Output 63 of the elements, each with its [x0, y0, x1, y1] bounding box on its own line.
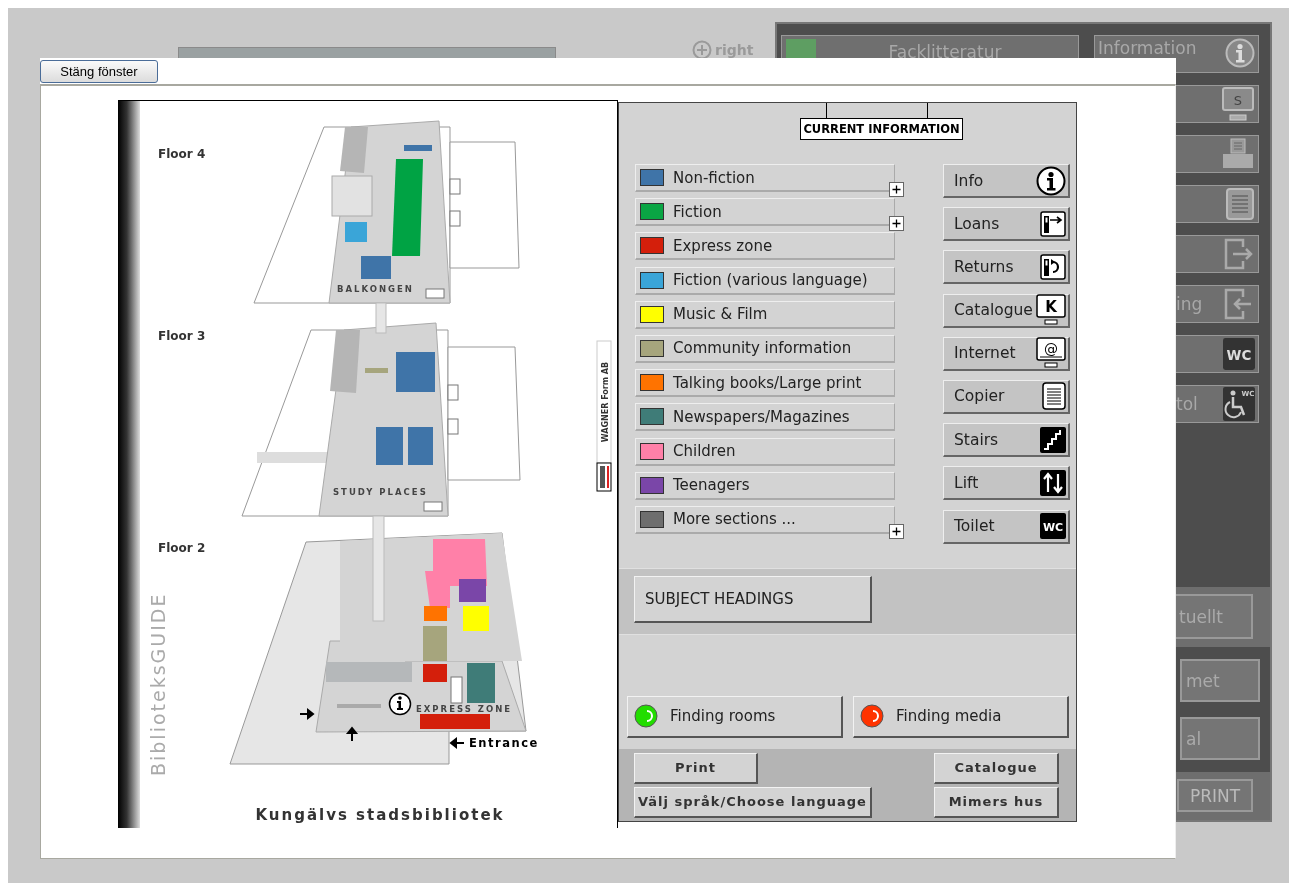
section-button[interactable]: Music & Film [635, 300, 895, 329]
library-title: Kungälvs stadsbibliotek [255, 806, 505, 824]
service-button[interactable]: Lift [943, 466, 1070, 501]
info-icon [1036, 165, 1066, 196]
info-icon [1225, 38, 1255, 68]
stairs-drawing [450, 676, 463, 704]
service-button[interactable]: Copier [943, 379, 1070, 414]
footer-button[interactable]: Print [634, 752, 758, 784]
info-icon [388, 692, 412, 716]
wc-sign: WC [1042, 521, 1064, 534]
wc-sign: WC [1226, 347, 1252, 364]
logo-icon [596, 462, 612, 492]
floor-label: Floor 4 [158, 147, 206, 161]
section-button[interactable]: Children [635, 437, 895, 466]
section-button[interactable]: Express zone [635, 232, 895, 261]
arrow-icon [449, 738, 465, 748]
exit-icon [1223, 237, 1255, 271]
document-icon [1225, 187, 1255, 221]
panel-heading: CURRENT INFORMATION [800, 118, 963, 140]
catalogue-letter: K [1045, 298, 1057, 317]
plus-icon[interactable] [889, 523, 904, 539]
footer-button[interactable]: Catalogue [934, 752, 1059, 784]
section-button[interactable]: Talking books/Large print [635, 369, 895, 398]
section-button[interactable]: More sections ... [635, 505, 895, 534]
service-button[interactable]: Stairs [943, 423, 1070, 458]
area-label: BALKONGEN [337, 284, 414, 294]
service-button[interactable]: Loans [943, 207, 1070, 242]
brand-text: BiblioteksGUIDE [147, 592, 169, 776]
subject-headings-button[interactable]: SUBJECT HEADINGS [634, 575, 872, 623]
section-button[interactable]: Teenagers [635, 471, 895, 500]
section-button[interactable]: Community information [635, 334, 895, 363]
at-sign: @ [1044, 341, 1058, 358]
section-button[interactable]: Newspapers/Magazines [635, 403, 895, 432]
return-icon [1040, 253, 1066, 280]
service-button[interactable]: Toilet WC [943, 509, 1070, 544]
area-label: EXPRESS ZONE [416, 704, 513, 714]
plus-icon[interactable] [889, 182, 904, 197]
floor-label: Floor 2 [158, 541, 206, 555]
document-icon [1042, 382, 1066, 411]
area-label: STUDY PLACES [333, 487, 428, 497]
close-window-button[interactable]: Stäng fönster [40, 60, 158, 83]
stairs-icon [1040, 426, 1066, 453]
service-button[interactable]: Returns [943, 250, 1070, 285]
section-button[interactable]: Fiction [635, 198, 895, 227]
lift-icon [1040, 469, 1066, 496]
plus-icon[interactable] [889, 216, 904, 232]
arrow-icon [299, 709, 315, 719]
credit-text: WAGNER Form AB [601, 361, 610, 443]
footer-button[interactable]: Mimers hus [934, 786, 1059, 818]
zoom-in-icon [692, 40, 712, 60]
arrow-icon [347, 726, 357, 742]
floor-label: Floor 3 [158, 329, 206, 343]
section-button[interactable]: Non-fiction [635, 164, 895, 192]
finder-button[interactable]: Finding rooms [627, 695, 843, 738]
entrance-label: Entrance [469, 736, 539, 750]
service-button[interactable]: Catalogue K [943, 293, 1070, 328]
service-button[interactable]: Internet @ [943, 336, 1070, 371]
finder-button[interactable]: Finding media [853, 695, 1069, 738]
service-button[interactable]: Info [943, 164, 1070, 198]
footer-button[interactable]: Välj språk/Choose language [634, 786, 872, 818]
s-sign: S [1233, 93, 1243, 108]
printer-icon [1221, 137, 1255, 171]
section-button[interactable]: Fiction (various language) [635, 266, 895, 295]
